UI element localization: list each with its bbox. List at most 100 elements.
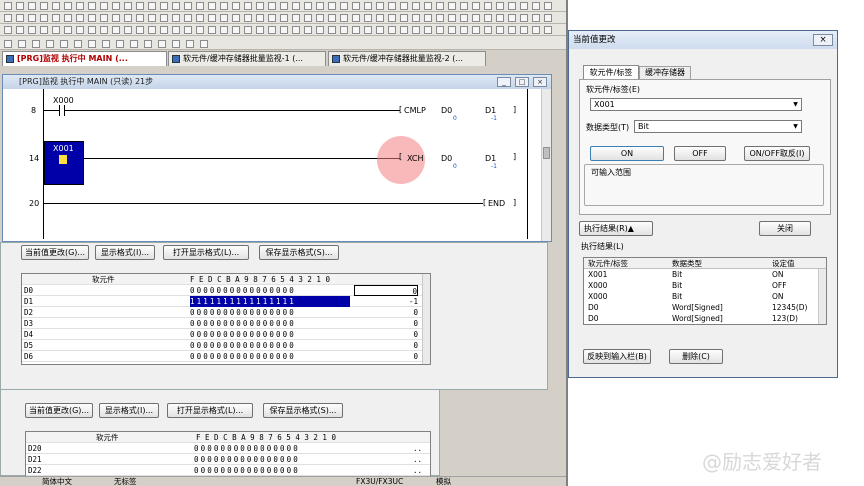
toolbar-icon[interactable] [412, 26, 420, 34]
close-button[interactable]: × [533, 77, 547, 87]
toolbar-icon[interactable] [496, 26, 504, 34]
toolbar-icon[interactable] [256, 26, 264, 34]
toolbar-icon[interactable] [130, 40, 138, 48]
toolbar-icon[interactable] [280, 26, 288, 34]
toolbar-icon[interactable] [172, 14, 180, 22]
monitor-button-3[interactable]: 保存显示格式(S)... [263, 403, 343, 418]
toolbar-icon[interactable] [4, 26, 12, 34]
toolbar-icon[interactable] [124, 26, 132, 34]
toolbar-icon[interactable] [76, 26, 84, 34]
toolbar-icon[interactable] [436, 14, 444, 22]
toolbar-icon[interactable] [376, 14, 384, 22]
toolbar-icon[interactable] [520, 2, 528, 10]
toolbar-icon[interactable] [532, 26, 540, 34]
monitor-button-0[interactable]: 当前值更改(G)... [25, 403, 93, 418]
table-row[interactable]: D5 0000000000000000 0 [22, 340, 422, 351]
toolbar-icon[interactable] [484, 14, 492, 22]
toolbar-icon[interactable] [88, 26, 96, 34]
on-button[interactable]: ON [590, 146, 664, 161]
toolbar-icon[interactable] [484, 26, 492, 34]
result-row[interactable]: X001 Bit ON [584, 269, 816, 280]
tab-batch-monitor-2[interactable]: 软元件/缓冲存储器批量监视-2 (... [328, 51, 486, 66]
toolbar-icon[interactable] [292, 14, 300, 22]
reflect-to-input-button[interactable]: 反映到输入栏(B) [583, 349, 651, 364]
toolbar-icon[interactable] [400, 26, 408, 34]
toolbar-icon[interactable] [424, 14, 432, 22]
tab-device-label[interactable]: 软元件/标签 [583, 65, 639, 79]
toolbar-icon[interactable] [220, 2, 228, 10]
contact-label[interactable]: X000 [53, 96, 74, 105]
toolbar-icon[interactable] [148, 26, 156, 34]
toolbar-icon[interactable] [244, 14, 252, 22]
toolbar-icon[interactable] [376, 26, 384, 34]
contact-symbol[interactable] [59, 105, 60, 116]
close-button[interactable]: 关闭 [759, 221, 811, 236]
toolbar-icon[interactable] [304, 2, 312, 10]
toolbar-icon[interactable] [496, 14, 504, 22]
toolbar-icon[interactable] [484, 2, 492, 10]
toolbar-icon[interactable] [112, 26, 120, 34]
toggle-button[interactable]: ON/OFF取反(I) [744, 146, 810, 161]
toolbar-icon[interactable] [148, 14, 156, 22]
toolbar-icon[interactable] [508, 2, 516, 10]
toolbar-icon[interactable] [116, 40, 124, 48]
dialog-close-icon[interactable]: × [813, 34, 833, 46]
toolbar-icon[interactable] [88, 14, 96, 22]
result-scrollbar[interactable] [818, 269, 826, 324]
monitor-button-2[interactable]: 打开显示格式(L)... [167, 403, 253, 418]
toolbar-icon[interactable] [76, 14, 84, 22]
toolbar-icon[interactable] [508, 26, 516, 34]
toolbar-icon[interactable] [64, 26, 72, 34]
toolbar-icon[interactable] [16, 26, 24, 34]
toolbar-icon[interactable] [186, 40, 194, 48]
toolbar-icon[interactable] [4, 14, 12, 22]
toolbar-icon[interactable] [328, 26, 336, 34]
toolbar-icon[interactable] [532, 2, 540, 10]
toolbar-icon[interactable] [544, 2, 552, 10]
exec-result-toggle-button[interactable]: 执行结果(R)▲ [579, 221, 653, 236]
toolbar-icon[interactable] [40, 14, 48, 22]
table-row[interactable]: D2 0000000000000000 0 [22, 307, 422, 318]
toolbar-icon[interactable] [508, 14, 516, 22]
toolbar-icon[interactable] [172, 2, 180, 10]
cursor-selection[interactable]: X001 [44, 141, 84, 185]
toolbar-icon[interactable] [436, 26, 444, 34]
data-type-select[interactable]: Bit ▼ [634, 120, 802, 133]
toolbar-icon[interactable] [196, 2, 204, 10]
toolbar-icon[interactable] [460, 26, 468, 34]
toolbar-icon[interactable] [196, 14, 204, 22]
toolbar-icon[interactable] [102, 40, 110, 48]
delete-button[interactable]: 删除(C) [669, 349, 723, 364]
chevron-down-icon[interactable]: ▼ [790, 99, 801, 110]
toolbar-icon[interactable] [220, 26, 228, 34]
toolbar-icon[interactable] [436, 2, 444, 10]
toolbar-icon[interactable] [136, 2, 144, 10]
toolbar-icon[interactable] [172, 40, 180, 48]
off-button[interactable]: OFF [674, 146, 726, 161]
toolbar-icon[interactable] [304, 26, 312, 34]
toolbar-icon[interactable] [232, 2, 240, 10]
toolbar-icon[interactable] [388, 26, 396, 34]
monitor-button-2[interactable]: 打开显示格式(L)... [163, 245, 249, 260]
result-row[interactable]: X000 Bit OFF [584, 280, 816, 291]
toolbar-icon[interactable] [208, 26, 216, 34]
result-row[interactable]: X000 Bit ON [584, 291, 816, 302]
toolbar-icon[interactable] [520, 26, 528, 34]
toolbar-icon[interactable] [256, 14, 264, 22]
toolbar-icon[interactable] [352, 14, 360, 22]
operand-1[interactable]: D0 [441, 106, 452, 115]
toolbar-icon[interactable] [376, 2, 384, 10]
toolbar-icon[interactable] [158, 40, 166, 48]
toolbar-icon[interactable] [472, 2, 480, 10]
monitor-button-0[interactable]: 当前值更改(G)... [21, 245, 89, 260]
tab-buffer-memory[interactable]: 缓冲存储器 [639, 66, 691, 79]
toolbar-icon[interactable] [112, 2, 120, 10]
toolbar-icon[interactable] [532, 14, 540, 22]
toolbar-icon[interactable] [292, 26, 300, 34]
toolbar-icon[interactable] [74, 40, 82, 48]
table-row[interactable]: D20 0000000000000000.. [26, 443, 430, 454]
toolbar-icon[interactable] [304, 14, 312, 22]
toolbar-icon[interactable] [460, 2, 468, 10]
toolbar-icon[interactable] [268, 2, 276, 10]
toolbar-icon[interactable] [352, 2, 360, 10]
